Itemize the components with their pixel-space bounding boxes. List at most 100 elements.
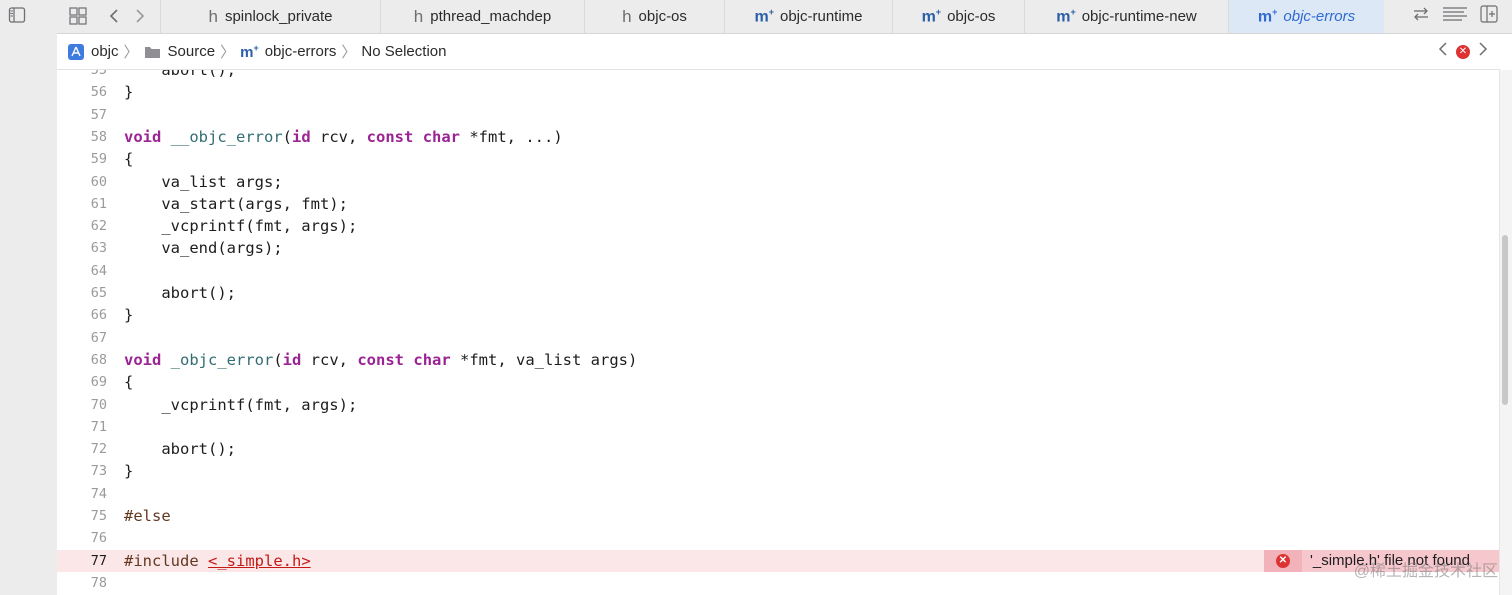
code-line[interactable]: 59 { (57, 148, 1500, 170)
related-items-icon[interactable] (67, 5, 89, 27)
code-text: { (124, 150, 134, 169)
code-text: void __objc_error(id rcv, const char *fm… (124, 127, 563, 146)
tab-label: objc-runtime-new (1081, 8, 1197, 25)
code-line[interactable]: 70 _vcprintf(fmt, args); (57, 394, 1500, 416)
code-line[interactable]: 69 { (57, 371, 1500, 393)
code-line[interactable]: 66} (57, 304, 1500, 326)
swap-icon[interactable] (1412, 6, 1430, 27)
watermark: @稀土掘金技术社区 (1353, 563, 1498, 580)
tab-objc-errors[interactable]: m+ objc-errors (1228, 0, 1384, 33)
line-number: 68 (90, 351, 107, 368)
source-editor[interactable]: 55 abort(); 56} 57 58 void __objc_error(id r… (57, 70, 1500, 595)
chevron-right-icon: 〉 (341, 44, 357, 61)
line-number: 65 (90, 285, 107, 301)
sidebar-toggle-icon[interactable] (8, 6, 26, 24)
line-number: 73 (90, 463, 107, 480)
code-text: va_list args; (124, 172, 283, 191)
code-line[interactable]: 75 #else (57, 505, 1500, 527)
tab-objc-os-header[interactable]: h objc-os (584, 0, 724, 33)
scroll-thumb[interactable] (1502, 235, 1508, 405)
code-line[interactable]: 55 abort(); (57, 70, 1500, 81)
line-number: 60 (90, 173, 107, 190)
tab-pthread-machdep[interactable]: h pthread_machdep (380, 0, 584, 33)
breadcrumb-project[interactable]: objc (68, 43, 119, 60)
code-line[interactable]: 67 (57, 327, 1500, 349)
back-arrow-icon[interactable] (103, 5, 125, 27)
editor-tabs: h spinlock_private h pthread_machdep h o… (160, 0, 1384, 33)
tab-objc-runtime[interactable]: m+ objc-runtime (724, 0, 892, 33)
error-icon[interactable]: ✕ (1456, 44, 1470, 59)
code-line[interactable]: 56} (57, 81, 1500, 103)
tab-objc-os-impl[interactable]: m+ objc-os (892, 0, 1024, 33)
forward-arrow-icon[interactable] (129, 5, 151, 27)
tab-label: objc-errors (1283, 8, 1356, 25)
code-line[interactable]: 72 abort(); (57, 438, 1500, 460)
objc-impl-file-icon: m+ (754, 6, 774, 26)
line-number: 72 (90, 441, 107, 458)
line-number: 70 (90, 396, 107, 413)
code-text: _vcprintf(fmt, args); (124, 395, 358, 414)
jump-bar: objc 〉 Source 〉 m+ objc-errors 〉 No Sele… (57, 34, 1500, 70)
add-editor-icon[interactable] (1480, 5, 1498, 28)
code-text: abort(); (124, 70, 236, 79)
breadcrumb-selection[interactable]: No Selection (361, 43, 446, 60)
tab-label: objc-os (947, 8, 996, 25)
tab-spinlock-private[interactable]: h spinlock_private (160, 0, 380, 33)
code-line-error[interactable]: 77 #include <_simple.h> ✕ '_simple.h' file … (57, 549, 1500, 572)
folder-icon (144, 45, 161, 59)
next-issue-icon[interactable] (1478, 42, 1488, 61)
breadcrumb-label: objc (91, 43, 119, 60)
code-line[interactable]: 60 va_list args; (57, 171, 1500, 193)
app-project-icon (68, 43, 84, 60)
code-line[interactable]: 71 (57, 416, 1500, 438)
code-line[interactable]: 62 _vcprintf(fmt, args); (57, 215, 1500, 237)
line-number: 74 (90, 485, 107, 502)
code-text: void _objc_error(id rcv, const char *fmt… (124, 350, 638, 369)
issue-navigation: ✕ (1438, 34, 1488, 69)
breadcrumb-label: objc-errors (264, 43, 337, 60)
line-number: 67 (90, 329, 107, 346)
header-file-icon: h (208, 6, 218, 26)
code-text: } (124, 83, 134, 102)
previous-issue-icon[interactable] (1438, 42, 1448, 61)
breadcrumb-folder[interactable]: Source (144, 43, 215, 60)
code-line[interactable]: 76 (57, 527, 1500, 549)
line-number: 75 (90, 508, 107, 524)
line-number: 61 (90, 195, 107, 212)
code-line[interactable]: 63 va_end(args); (57, 237, 1500, 259)
editor-options-icon[interactable] (1442, 6, 1468, 27)
code-line[interactable]: 78 (57, 572, 1500, 594)
code-text: #else (124, 507, 171, 525)
code-line[interactable]: 61 va_start(args, fmt); (57, 193, 1500, 215)
code-line[interactable]: 58 void __objc_error(id rcv, const char *… (57, 126, 1500, 148)
objc-impl-file-icon: m+ (240, 42, 259, 61)
tab-objc-runtime-new[interactable]: m+ objc-runtime-new (1024, 0, 1228, 33)
tab-label: pthread_machdep (430, 8, 552, 25)
line-number: 62 (90, 218, 107, 235)
code-line[interactable]: 74 (57, 483, 1500, 505)
objc-impl-file-icon: m+ (1257, 6, 1278, 26)
code-text: } (124, 462, 134, 481)
breadcrumb-file[interactable]: m+ objc-errors (240, 43, 336, 61)
chevron-right-icon: 〉 (220, 44, 236, 61)
header-file-icon: h (622, 6, 632, 26)
navigator-sidebar (0, 0, 58, 595)
code-line[interactable]: 65 abort(); (57, 282, 1500, 304)
code-line[interactable]: 68 void _objc_error(id rcv, const char *f… (57, 349, 1500, 371)
code-line[interactable]: 73} (57, 460, 1500, 482)
code-text: #include <_simple.h> (124, 551, 311, 570)
header-file-icon: h (413, 6, 424, 26)
line-number: 63 (90, 240, 107, 257)
line-number: 55 (90, 70, 107, 78)
code-line[interactable]: 57 (57, 104, 1500, 126)
tab-bar: h spinlock_private h pthread_machdep h o… (57, 0, 1512, 34)
code-line[interactable]: 64 (57, 260, 1500, 282)
code-text: { (124, 373, 134, 392)
tab-bar-actions (1412, 0, 1512, 33)
line-number: 66 (90, 307, 107, 324)
line-number: 78 (90, 574, 107, 591)
code-text: abort(); (124, 440, 236, 459)
tab-label: spinlock_private (224, 8, 333, 25)
code-text: _vcprintf(fmt, args); (124, 217, 358, 236)
editor-scrollbar[interactable] (1499, 70, 1512, 595)
